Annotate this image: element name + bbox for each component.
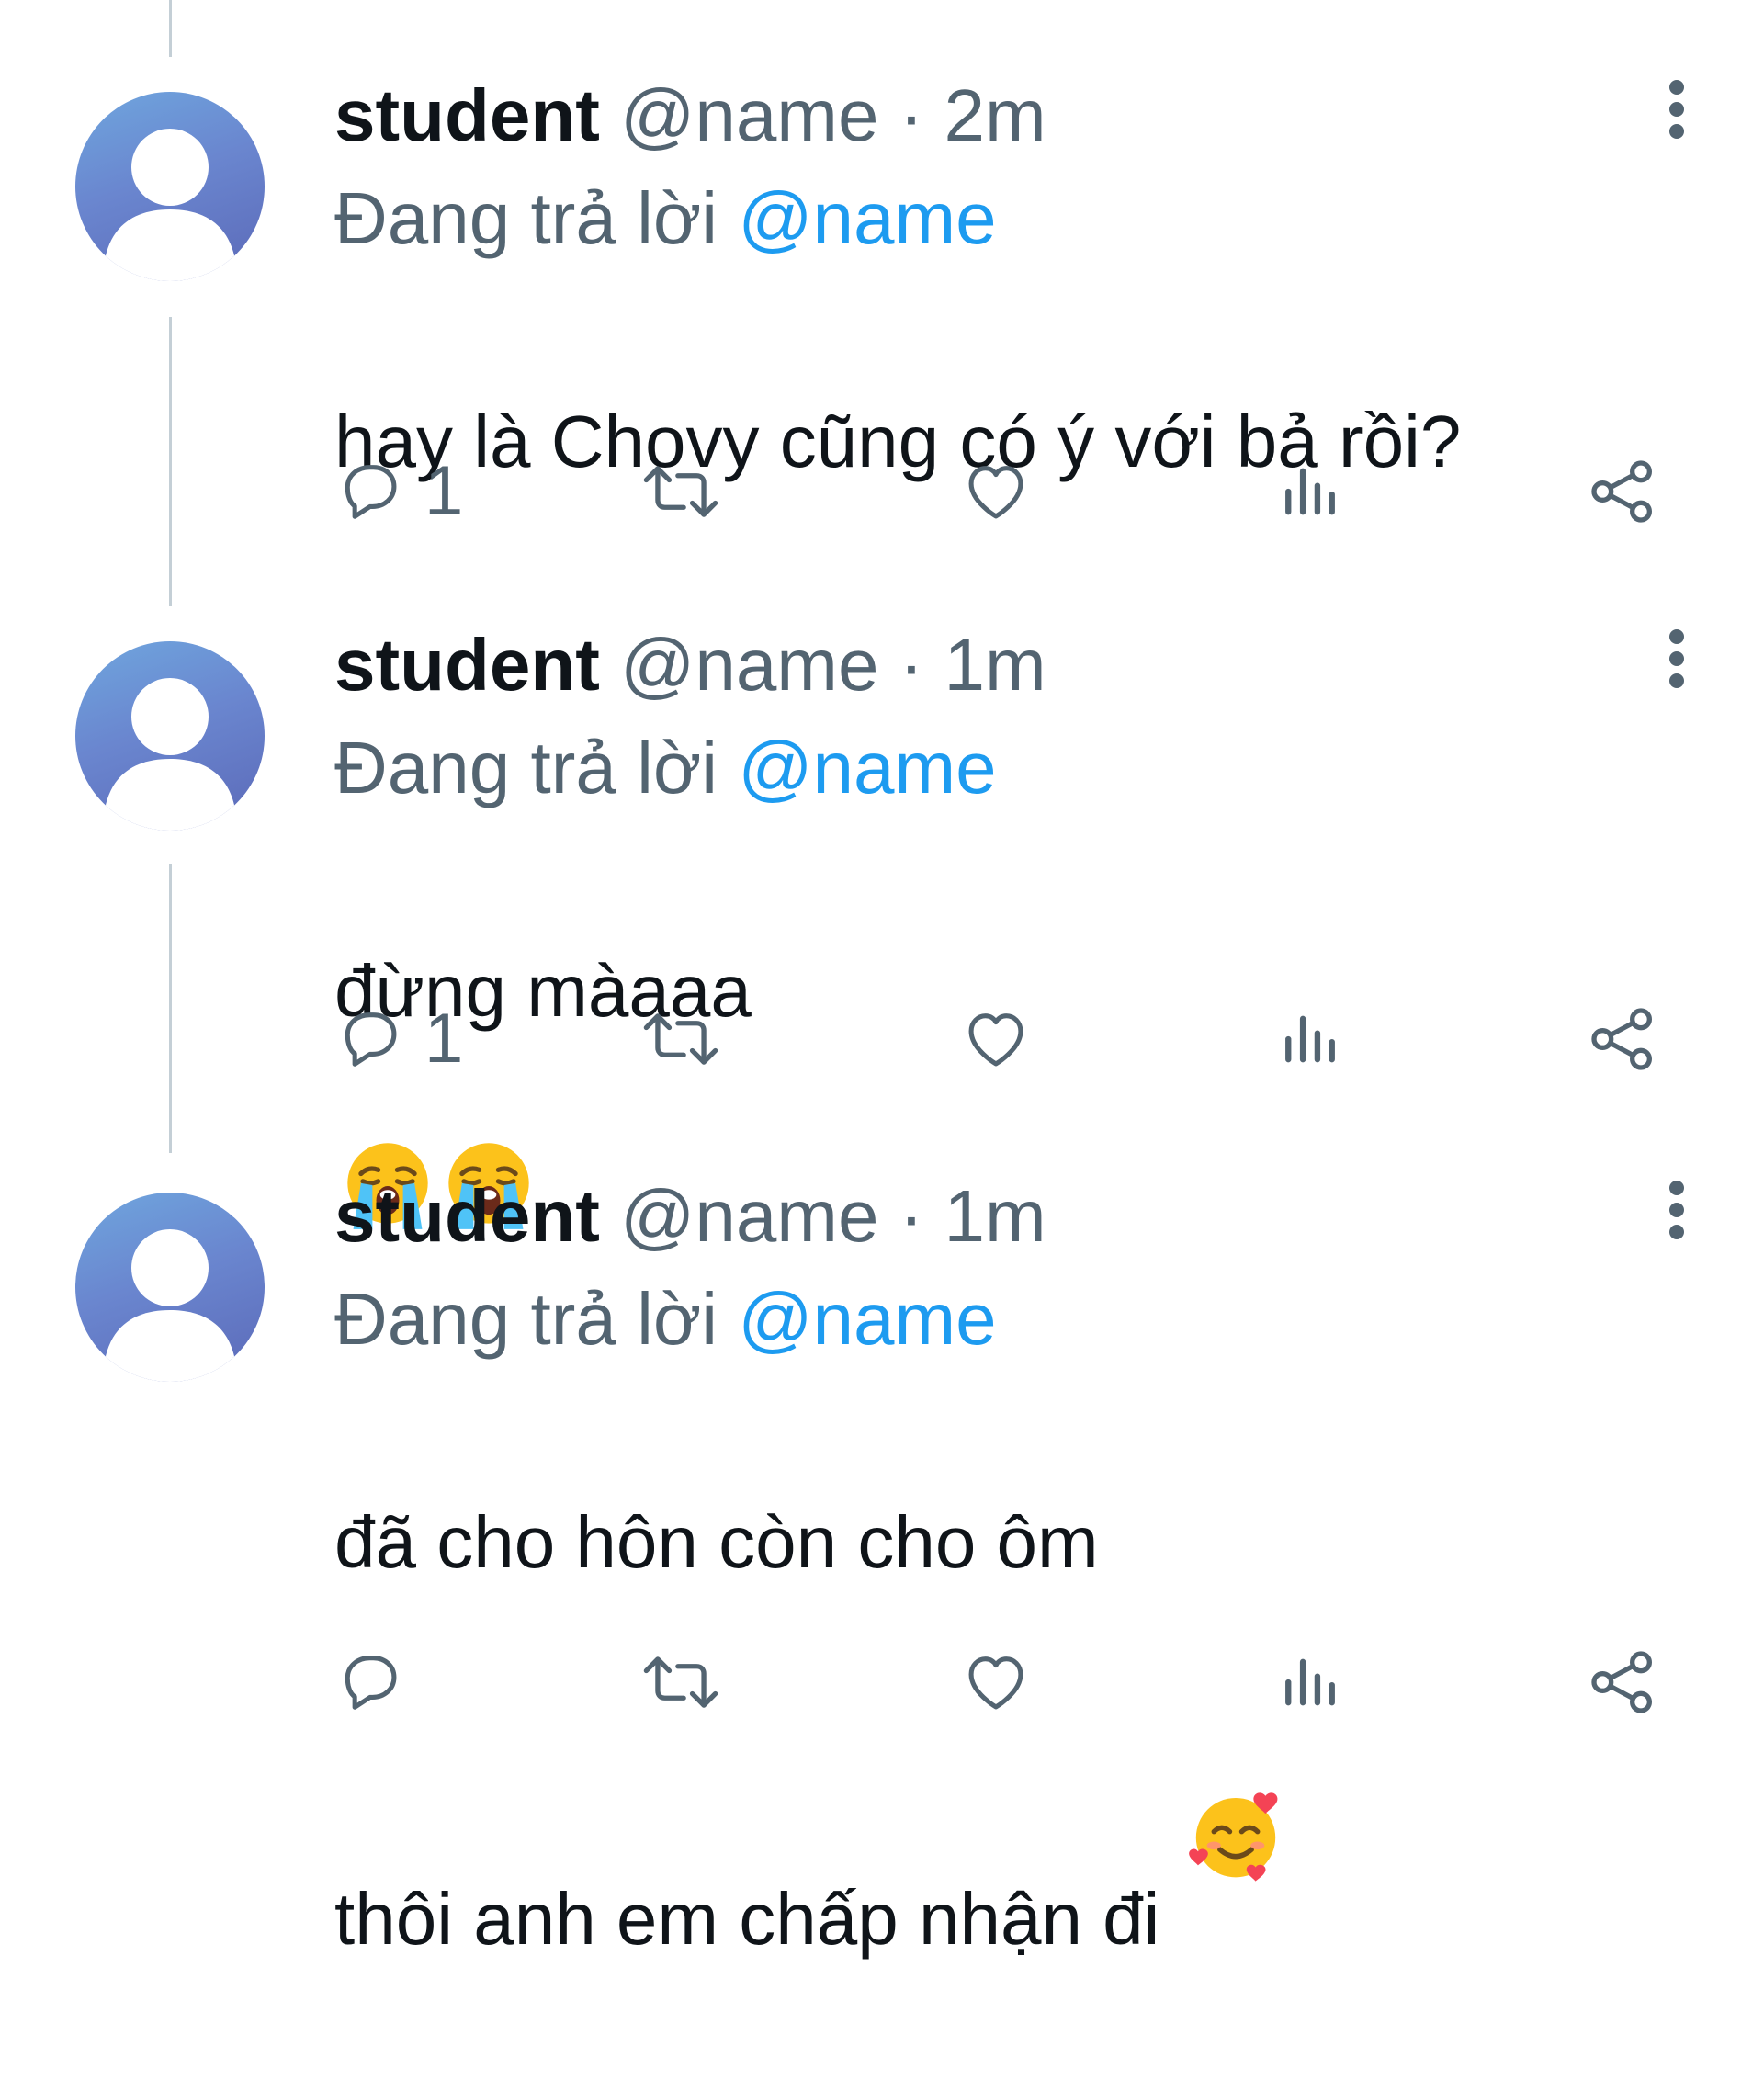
more-button[interactable] (1646, 1180, 1707, 1240)
separator-dot: · (899, 1175, 924, 1257)
views-icon (1285, 468, 1335, 515)
more-button[interactable] (1646, 628, 1707, 689)
reply-prefix: Đang trả lời (334, 1278, 718, 1360)
tweet-text-line: thôi anh em chấp nhận đi (334, 1689, 1285, 1983)
reply-button[interactable]: 1 (334, 450, 463, 533)
share-icon (1591, 460, 1652, 523)
heart-icon (968, 1656, 1023, 1710)
tweet[interactable]: student @name · 2m Đang trả lời @name ha… (0, 0, 1764, 551)
like-button[interactable] (959, 998, 1033, 1080)
comment-icon (345, 465, 397, 519)
display-name[interactable]: student (334, 1175, 600, 1257)
avatar[interactable] (75, 92, 265, 281)
avatar[interactable] (75, 1193, 265, 1382)
retweet-icon (643, 466, 718, 517)
comment-icon (345, 1656, 397, 1710)
replying-to: Đang trả lời @name (334, 724, 997, 812)
action-bar (334, 1641, 1713, 1724)
action-bar: 1 (334, 450, 1713, 533)
reply-prefix: Đang trả lời (334, 727, 718, 808)
timestamp[interactable]: 1m (944, 624, 1046, 706)
replying-to: Đang trả lời @name (334, 175, 997, 263)
reply-handle-link[interactable]: @name (738, 177, 996, 259)
user-handle[interactable]: @name (620, 74, 878, 156)
default-user-icon (103, 129, 237, 281)
more-vertical-icon (1669, 80, 1684, 139)
reply-handle-link[interactable]: @name (738, 727, 996, 808)
share-button[interactable] (1586, 1641, 1659, 1724)
retweet-icon (643, 1656, 718, 1708)
display-name[interactable]: student (334, 74, 600, 156)
heart-icon (968, 1013, 1023, 1067)
user-handle[interactable]: @name (620, 624, 878, 706)
tweet-header: student @name · 2m (334, 72, 1046, 160)
like-button[interactable] (959, 1641, 1033, 1724)
tweet[interactable]: student @name · 1m Đang trả lời @name đừ… (0, 551, 1764, 1229)
separator-dot: · (899, 624, 924, 706)
tweet-text-content: thôi anh em chấp nhận đi (334, 1878, 1160, 1960)
action-bar: 1 (334, 998, 1713, 1080)
display-name[interactable]: student (334, 624, 600, 706)
separator-dot: · (899, 74, 924, 156)
retweet-button[interactable] (638, 450, 724, 533)
tweet[interactable]: student @name · 1m Đang trả lời @name đã… (0, 1102, 1764, 1960)
user-handle[interactable]: @name (620, 1175, 878, 1257)
views-icon (1285, 1015, 1335, 1063)
timestamp[interactable]: 1m (944, 1175, 1046, 1257)
replying-to: Đang trả lời @name (334, 1275, 997, 1363)
heart-icon (968, 466, 1023, 519)
tweet-text-line: đã cho hôn còn cho ôm (334, 1501, 1099, 1583)
retweet-button[interactable] (638, 1641, 724, 1724)
share-icon (1591, 1651, 1652, 1713)
smiling-face-with-hearts-emoji (1186, 1689, 1285, 1983)
avatar[interactable] (75, 641, 265, 831)
more-button[interactable] (1646, 79, 1707, 140)
reply-prefix: Đang trả lời (334, 177, 718, 259)
like-button[interactable] (959, 450, 1033, 533)
reply-count: 1 (424, 452, 464, 530)
more-vertical-icon (1669, 629, 1684, 688)
default-user-icon (103, 678, 237, 831)
share-button[interactable] (1586, 450, 1659, 533)
comment-icon (345, 1012, 397, 1067)
tweet-header: student @name · 1m (334, 1172, 1046, 1260)
reply-button[interactable] (334, 1641, 424, 1724)
views-button[interactable] (1281, 998, 1340, 1080)
tweet-text: đã cho hôn còn cho ôm thôi anh em chấp n… (334, 1396, 1285, 2080)
tweet-header: student @name · 1m (334, 621, 1046, 709)
views-icon (1285, 1658, 1335, 1706)
default-user-icon (103, 1229, 237, 1382)
retweet-icon (643, 1013, 718, 1065)
views-button[interactable] (1281, 450, 1340, 533)
share-button[interactable] (1586, 998, 1659, 1080)
reply-button[interactable]: 1 (334, 998, 463, 1080)
share-icon (1591, 1008, 1652, 1070)
reply-count: 1 (424, 1000, 464, 1078)
views-button[interactable] (1281, 1641, 1340, 1724)
more-vertical-icon (1669, 1181, 1684, 1239)
retweet-button[interactable] (638, 998, 724, 1080)
reply-handle-link[interactable]: @name (738, 1278, 996, 1360)
timestamp[interactable]: 2m (944, 74, 1046, 156)
